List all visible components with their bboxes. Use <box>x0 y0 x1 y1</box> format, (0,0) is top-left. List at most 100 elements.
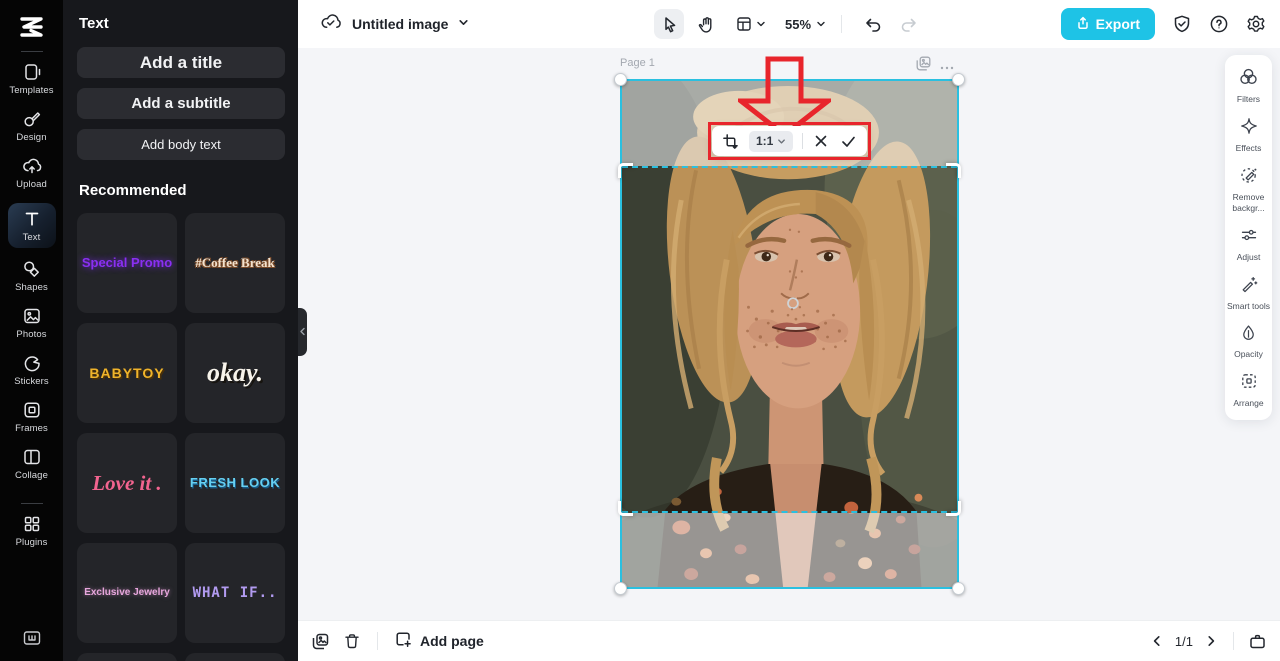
text-style-tile[interactable]: #Coffee Break <box>185 213 285 313</box>
settings-gear-icon[interactable] <box>1246 14 1266 34</box>
tool-arrange[interactable]: Arrange <box>1226 365 1271 414</box>
zoom-level-value: 55% <box>784 16 812 32</box>
redo-button[interactable] <box>894 9 924 39</box>
duplicate-page-icon[interactable] <box>916 56 931 76</box>
aspect-ratio-dropdown[interactable]: 1:1 <box>748 130 794 152</box>
text-style-label: Love it . <box>92 470 162 495</box>
bottom-toolbar: Add page 1/1 <box>298 620 1280 661</box>
crop-region[interactable] <box>618 163 961 516</box>
opacity-droplet-icon <box>1240 324 1257 346</box>
text-style-tile[interactable]: okay. <box>185 323 285 423</box>
sidebar-item-templates[interactable]: Templates <box>5 62 59 96</box>
add-page-label: Add page <box>420 633 484 649</box>
confirm-crop-icon[interactable] <box>839 130 857 152</box>
templates-icon <box>22 62 42 82</box>
panel-collapse-handle[interactable] <box>298 308 307 356</box>
add-body-text-button[interactable]: Add body text <box>77 129 285 160</box>
add-page-icon <box>395 631 412 651</box>
bottombar-right-group: 1/1 <box>1150 632 1266 650</box>
sidebar-item-collage[interactable]: Collage <box>5 447 59 481</box>
keyboard-shortcuts-icon[interactable] <box>5 629 59 647</box>
recommended-heading: Recommended <box>79 182 187 199</box>
bottombar-left-group: Add page <box>312 631 484 651</box>
select-tool-button[interactable] <box>653 9 684 39</box>
capcut-logo-icon[interactable] <box>15 12 49 42</box>
tool-adjust[interactable]: Adjust <box>1226 219 1271 268</box>
selection-corner-handle[interactable] <box>614 582 627 595</box>
text-style-tile[interactable] <box>77 653 177 661</box>
sidebar-item-stickers[interactable]: Stickers <box>5 353 59 387</box>
main-area: Untitled image 55% Export Page 1 1:1 Fil… <box>298 0 1280 661</box>
layout-tool-button[interactable] <box>728 9 772 39</box>
page-actions <box>916 56 960 76</box>
crop-toolbar: 1:1 <box>712 126 867 156</box>
sidebar-item-label: Templates <box>9 85 54 96</box>
sidebar-item-shapes[interactable]: Shapes <box>5 259 59 293</box>
export-button[interactable]: Export <box>1060 8 1155 40</box>
crop-corner-handle[interactable] <box>618 163 633 178</box>
page-indicator: 1/1 <box>1174 633 1193 649</box>
crop-corner-handle[interactable] <box>946 163 961 178</box>
next-page-icon[interactable] <box>1204 634 1218 648</box>
add-title-button[interactable]: Add a title <box>77 47 285 78</box>
text-style-tile[interactable]: BABYTOY <box>77 323 177 423</box>
sidebar-item-upload[interactable]: Upload <box>5 156 59 190</box>
duplicate-page-button[interactable] <box>312 633 329 650</box>
crop-icon[interactable] <box>722 130 740 152</box>
tool-opacity[interactable]: Opacity <box>1226 317 1271 365</box>
chevron-left-icon <box>299 323 306 341</box>
text-style-label: Special Promo <box>81 255 173 271</box>
crop-corner-handle[interactable] <box>618 501 633 516</box>
nav-divider <box>20 51 43 52</box>
crop-corner-handle[interactable] <box>946 501 961 516</box>
text-style-tile[interactable] <box>185 653 285 661</box>
zoom-level-dropdown[interactable]: 55% <box>785 17 826 32</box>
sidebar-item-label: Text <box>22 232 41 243</box>
tool-smart-tools[interactable]: Smart tools <box>1226 268 1271 317</box>
text-style-tile[interactable]: Special Promo <box>77 213 177 313</box>
delete-page-button[interactable] <box>344 633 360 649</box>
text-panel: Text Add a title Add a subtitle Add body… <box>63 0 298 661</box>
selection-corner-handle[interactable] <box>952 73 965 86</box>
undo-button[interactable] <box>857 9 887 39</box>
document-title-group[interactable]: Untitled image <box>320 11 469 38</box>
sidebar-item-label: Shapes <box>15 282 48 293</box>
shield-check-icon[interactable] <box>1172 14 1192 34</box>
sidebar-item-label: Photos <box>16 329 47 340</box>
sidebar-item-frames[interactable]: Frames <box>5 400 59 434</box>
image-tools-panel: Filters Effects Remove backgr... Adjust … <box>1225 55 1272 420</box>
add-page-button[interactable]: Add page <box>395 631 484 651</box>
crop-toolbar-divider <box>802 133 804 149</box>
sidebar-item-label: Plugins <box>15 537 48 548</box>
previous-page-icon[interactable] <box>1150 634 1164 648</box>
tool-effects[interactable]: Effects <box>1226 110 1271 159</box>
sidebar-item-text[interactable]: Text <box>7 203 56 248</box>
help-icon[interactable] <box>1209 14 1229 34</box>
text-style-label: Exclusive Jewelry <box>84 586 170 598</box>
text-style-tile[interactable]: WHAT IF.. <box>185 543 285 643</box>
sidebar-item-design[interactable]: Design <box>5 109 59 143</box>
text-style-label: FRESH LOOK <box>189 475 281 491</box>
photos-icon <box>22 306 42 326</box>
selection-corner-handle[interactable] <box>952 582 965 595</box>
page-more-icon[interactable] <box>940 57 954 75</box>
selection-corner-handle[interactable] <box>614 73 627 86</box>
cancel-crop-icon[interactable] <box>812 130 830 152</box>
sidebar-item-plugins[interactable]: Plugins <box>5 514 59 548</box>
text-style-tile[interactable]: FRESH LOOK <box>185 433 285 533</box>
canvas-tools-group: 55% <box>653 9 924 39</box>
hand-tool-button[interactable] <box>691 9 721 39</box>
export-icon <box>1076 16 1090 33</box>
present-icon[interactable] <box>1249 633 1266 650</box>
sidebar-item-label: Frames <box>15 423 48 434</box>
document-title: Untitled image <box>352 16 449 32</box>
chevron-down-icon <box>458 15 469 33</box>
sidebar-item-photos[interactable]: Photos <box>5 306 59 340</box>
add-subtitle-button[interactable]: Add a subtitle <box>77 88 285 119</box>
text-style-tile[interactable]: Love it . <box>77 433 177 533</box>
tool-remove-background[interactable]: Remove backgr... <box>1226 159 1271 218</box>
text-style-tile[interactable]: Exclusive Jewelry <box>77 543 177 643</box>
bottombar-divider <box>377 632 378 650</box>
canvas-area[interactable]: Page 1 1:1 Filters Effects Remove backgr… <box>298 48 1280 620</box>
tool-filters[interactable]: Filters <box>1226 60 1271 110</box>
